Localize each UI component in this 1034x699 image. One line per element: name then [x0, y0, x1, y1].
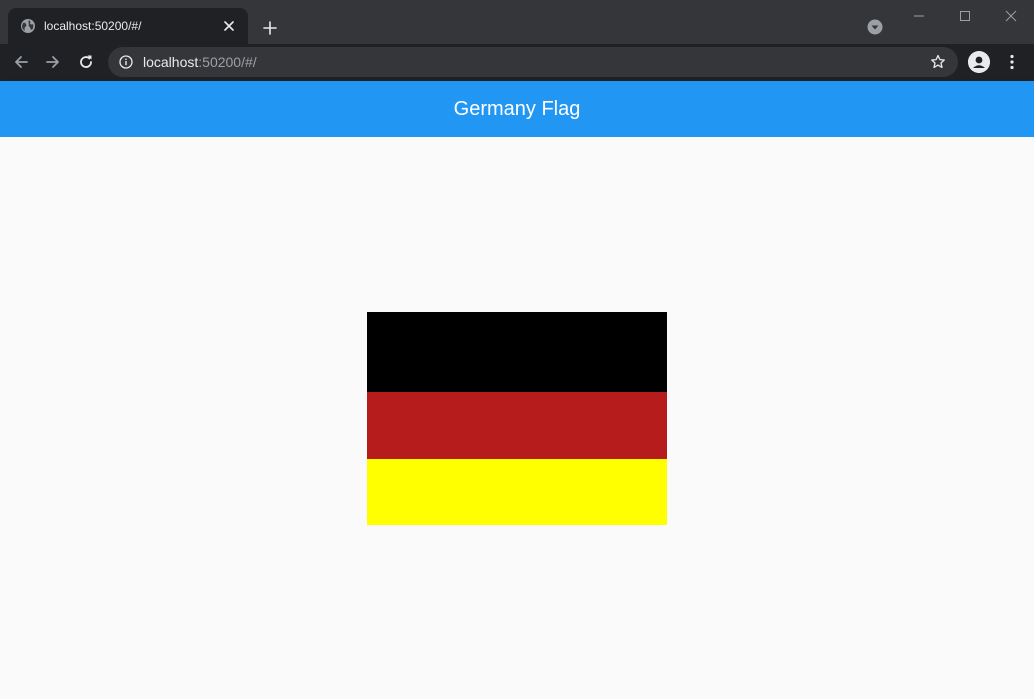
kebab-menu-icon[interactable]	[1002, 51, 1022, 73]
url-text[interactable]: localhost:50200/#/	[143, 54, 928, 70]
page-title: Germany Flag	[453, 97, 581, 120]
tab-search-icon[interactable]	[866, 18, 884, 36]
address-bar[interactable]: localhost:50200/#/	[108, 47, 958, 77]
arrow-right-icon[interactable]	[40, 49, 66, 75]
url-host: localhost	[143, 54, 199, 70]
arrow-left-icon[interactable]	[8, 49, 34, 75]
info-icon[interactable]	[118, 54, 134, 70]
globe-icon	[20, 18, 36, 34]
plus-icon[interactable]	[258, 16, 282, 40]
close-icon[interactable]	[988, 0, 1034, 32]
url-path: :50200/#/	[198, 54, 257, 70]
star-icon[interactable]	[928, 52, 948, 72]
flag-stripe-yellow	[367, 459, 667, 525]
tab-title: localhost:50200/#/	[44, 19, 142, 33]
flag-stripe-red	[367, 392, 667, 459]
germany-flag	[367, 312, 667, 525]
browser-window: localhost:50200/#/ localhost:50200/#/ Ge…	[0, 0, 1034, 699]
maximize-icon[interactable]	[942, 0, 988, 32]
browser-tab[interactable]: localhost:50200/#/	[8, 8, 248, 44]
close-tab-icon[interactable]	[220, 17, 238, 35]
app-bar: Germany Flag	[0, 81, 1034, 137]
person-icon[interactable]	[968, 51, 990, 73]
title-bar: localhost:50200/#/	[0, 0, 1034, 44]
minimize-icon[interactable]	[896, 0, 942, 32]
page-content	[0, 137, 1034, 699]
reload-icon[interactable]	[73, 49, 99, 75]
browser-toolbar: localhost:50200/#/	[0, 44, 1034, 81]
flag-stripe-black	[367, 312, 667, 392]
